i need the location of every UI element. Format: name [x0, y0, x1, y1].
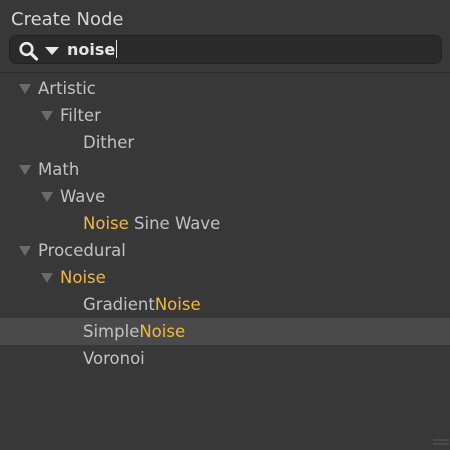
label-prefix: Gradient: [83, 295, 155, 314]
search-field[interactable]: noise: [9, 35, 442, 64]
expanded-arrow-icon[interactable]: [19, 84, 31, 94]
tree-item-label: Math: [38, 160, 80, 179]
tree-item-label: Wave: [60, 187, 106, 206]
search-match-highlight: Noise: [154, 295, 201, 314]
tree-item-label: Voronoi: [83, 349, 145, 368]
tree-item-voronoi[interactable]: Voronoi: [0, 345, 450, 372]
tree-item-label: Artistic: [38, 79, 96, 98]
expanded-arrow-icon[interactable]: [19, 246, 31, 256]
tree-item-simple-noise[interactable]: SimpleNoise: [0, 318, 450, 345]
tree-item-wave[interactable]: Wave: [0, 183, 450, 210]
tree-item-gradient-noise[interactable]: GradientNoise: [0, 291, 450, 318]
search-query[interactable]: noise: [67, 40, 115, 59]
search-input[interactable]: noise: [67, 40, 118, 60]
text-cursor: [116, 40, 118, 58]
search-match-highlight: Noise: [139, 322, 186, 341]
tree-item-label: Noise Sine Wave: [83, 213, 220, 235]
resize-grip-icon[interactable]: [433, 438, 449, 446]
tree-item-label: Dither: [83, 133, 135, 152]
tree-item-filter[interactable]: Filter: [0, 102, 450, 129]
expanded-arrow-icon[interactable]: [41, 111, 53, 121]
tree-item-dither[interactable]: Dither: [0, 129, 450, 156]
tree-item-noise-sine-wave[interactable]: Noise Sine Wave: [0, 210, 450, 237]
chevron-down-icon[interactable]: [45, 47, 59, 55]
expanded-arrow-icon[interactable]: [41, 273, 53, 283]
search-match-highlight: Noise: [83, 214, 129, 233]
tree-item-label: Filter: [60, 106, 101, 125]
header: Create Node noise: [0, 0, 450, 72]
tree-item-label: SimpleNoise: [83, 321, 185, 343]
expanded-arrow-icon[interactable]: [19, 165, 31, 175]
expanded-arrow-icon[interactable]: [41, 192, 53, 202]
tree-item-math[interactable]: Math: [0, 156, 450, 183]
search-icon[interactable]: [18, 41, 40, 61]
divider: [0, 72, 450, 73]
label-prefix: Simple: [83, 322, 140, 341]
node-tree: Artistic Filter Dither Math Wave Noise S…: [0, 75, 450, 372]
tree-item-label: GradientNoise: [83, 294, 201, 316]
tree-item-noise[interactable]: Noise: [0, 264, 450, 291]
label-remainder: Sine Wave: [128, 214, 221, 233]
panel-title: Create Node: [11, 9, 124, 30]
tree-item-label: Noise: [60, 268, 106, 287]
tree-item-artistic[interactable]: Artistic: [0, 75, 450, 102]
tree-item-label: Procedural: [38, 241, 126, 260]
tree-item-procedural[interactable]: Procedural: [0, 237, 450, 264]
create-node-panel: Create Node noise Artistic Filter Dither: [0, 0, 450, 450]
